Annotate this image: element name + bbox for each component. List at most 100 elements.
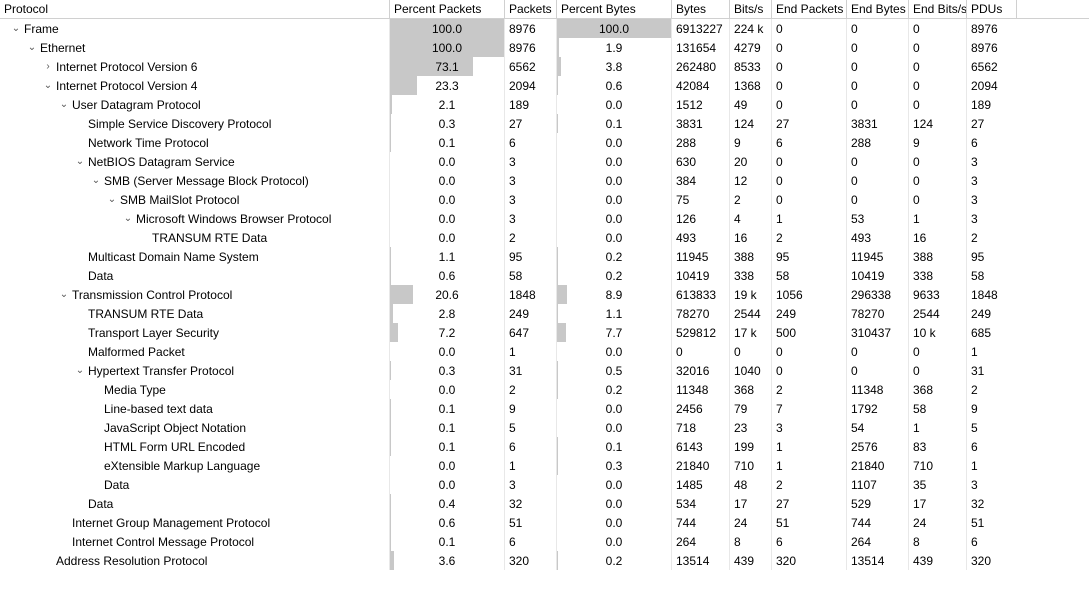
bits-s-cell-value: 0 [734,345,741,359]
table-row[interactable]: ·Media Type0.020.2113483682113483682 [0,380,1089,399]
table-row[interactable]: ·TRANSUM RTE Data2.82491.178270254424978… [0,304,1089,323]
protocol-cell[interactable]: ⌄Internet Protocol Version 4 [0,76,390,95]
table-row[interactable]: ⌄Microsoft Windows Browser Protocol0.030… [0,209,1089,228]
chevron-down-icon[interactable]: ⌄ [74,156,86,167]
col-bits-s[interactable]: Bits/s [730,0,772,18]
table-row[interactable]: ·Network Time Protocol0.160.02889628896 [0,133,1089,152]
protocol-cell[interactable]: ·TRANSUM RTE Data [0,304,390,323]
table-row[interactable]: ·eXtensible Markup Language0.010.3218407… [0,456,1089,475]
table-row[interactable]: ·TRANSUM RTE Data0.020.0493162493162 [0,228,1089,247]
protocol-cell[interactable]: ·Data [0,266,390,285]
bits-s-cell-value: 439 [734,554,754,568]
protocol-cell[interactable]: ·Simple Service Discovery Protocol [0,114,390,133]
chevron-down-icon[interactable]: ⌄ [106,194,118,205]
col-end-bytes[interactable]: End Bytes [847,0,909,18]
table-row[interactable]: ·JavaScript Object Notation0.150.0718233… [0,418,1089,437]
col-percent-packets[interactable]: Percent Packets [390,0,505,18]
chevron-down-icon[interactable]: ⌄ [58,289,70,300]
protocol-cell[interactable]: ·Internet Control Message Protocol [0,532,390,551]
table-row[interactable]: ·Multicast Domain Name System1.1950.2119… [0,247,1089,266]
protocol-cell[interactable]: ·Internet Group Management Protocol [0,513,390,532]
chevron-right-icon[interactable]: › [42,61,54,72]
protocol-cell[interactable]: ·Address Resolution Protocol [0,551,390,570]
protocol-cell[interactable]: ⌄Frame [0,19,390,38]
table-row[interactable]: ·Transport Layer Security7.26477.7529812… [0,323,1089,342]
chevron-down-icon[interactable]: ⌄ [42,80,54,91]
table-row[interactable]: ·HTML Form URL Encoded0.160.161431991257… [0,437,1089,456]
protocol-cell[interactable]: ·Data [0,494,390,513]
protocol-cell[interactable]: ⌄SMB (Server Message Block Protocol) [0,171,390,190]
percent-bytes-cell: 0.0 [557,399,672,418]
protocol-cell[interactable]: ·JavaScript Object Notation [0,418,390,437]
chevron-down-icon[interactable]: ⌄ [90,175,102,186]
table-row[interactable]: ›Internet Protocol Version 673.165623.82… [0,57,1089,76]
table-row[interactable]: ·Data0.030.014854821107353 [0,475,1089,494]
end-bits-s-cell-value: 9633 [913,288,940,302]
table-row[interactable]: ⌄Transmission Control Protocol20.618488.… [0,285,1089,304]
chevron-down-icon[interactable]: ⌄ [26,42,38,53]
bytes-cell: 493 [672,228,730,247]
table-row[interactable]: ·Address Resolution Protocol3.63200.2135… [0,551,1089,570]
table-row[interactable]: ⌄Ethernet100.089761.913165442790008976 [0,38,1089,57]
protocol-cell[interactable]: ›Internet Protocol Version 6 [0,57,390,76]
percent-packets-value: 0.6 [394,516,500,530]
table-row[interactable]: ⌄User Datagram Protocol2.11890.015124900… [0,95,1089,114]
percent-packets-bar [390,266,391,285]
packets-cell-value: 1848 [509,288,536,302]
end-bits-s-cell-value: 1 [913,212,920,226]
end-bits-s-cell-value: 58 [913,402,926,416]
col-end-bits-s[interactable]: End Bits/s [909,0,967,18]
protocol-cell[interactable]: ⌄SMB MailSlot Protocol [0,190,390,209]
table-row[interactable]: ·Simple Service Discovery Protocol0.3270… [0,114,1089,133]
packets-cell: 3 [505,171,557,190]
col-pdus[interactable]: PDUs [967,0,1017,18]
table-row[interactable]: ·Malformed Packet0.010.0000001 [0,342,1089,361]
table-row[interactable]: ·Data0.6580.210419338581041933858 [0,266,1089,285]
bits-s-cell: 8533 [730,57,772,76]
protocol-cell[interactable]: ·TRANSUM RTE Data [0,228,390,247]
protocol-cell[interactable]: ·Data [0,475,390,494]
col-packets[interactable]: Packets [505,0,557,18]
col-percent-bytes[interactable]: Percent Bytes [557,0,672,18]
protocol-cell[interactable]: ⌄Transmission Control Protocol [0,285,390,304]
end-bytes-cell-value: 0 [851,345,858,359]
chevron-down-icon[interactable]: ⌄ [10,23,22,34]
table-row[interactable]: ·Data0.4320.053417275291732 [0,494,1089,513]
table-row[interactable]: ⌄Frame100.08976100.06913227224 k0008976 [0,19,1089,38]
col-end-packets[interactable]: End Packets [772,0,847,18]
table-row[interactable]: ·Internet Control Message Protocol0.160.… [0,532,1089,551]
table-row[interactable]: ⌄SMB MailSlot Protocol0.030.07520003 [0,190,1089,209]
table-row[interactable]: ⌄Internet Protocol Version 423.320940.64… [0,76,1089,95]
bytes-cell: 529812 [672,323,730,342]
col-protocol[interactable]: Protocol [0,0,390,18]
bits-s-cell-value: 17 [734,497,747,511]
percent-bytes-cell: 0.0 [557,133,672,152]
protocol-cell[interactable]: ·Transport Layer Security [0,323,390,342]
protocol-cell[interactable]: ⌄Hypertext Transfer Protocol [0,361,390,380]
chevron-down-icon[interactable]: ⌄ [122,213,134,224]
protocol-cell[interactable]: ·Media Type [0,380,390,399]
protocol-cell[interactable]: ·Multicast Domain Name System [0,247,390,266]
table-header[interactable]: Protocol Percent Packets Packets Percent… [0,0,1089,19]
table-row[interactable]: ·Line-based text data0.190.0245679717925… [0,399,1089,418]
end-bytes-cell: 0 [847,342,909,361]
chevron-down-icon[interactable]: ⌄ [74,365,86,376]
col-bytes[interactable]: Bytes [672,0,730,18]
protocol-cell[interactable]: ⌄NetBIOS Datagram Service [0,152,390,171]
protocol-cell[interactable]: ⌄Microsoft Windows Browser Protocol [0,209,390,228]
protocol-cell[interactable]: ·HTML Form URL Encoded [0,437,390,456]
table-row[interactable]: ⌄Hypertext Transfer Protocol0.3310.53201… [0,361,1089,380]
pdus-cell-value: 2 [971,383,978,397]
protocol-cell[interactable]: ⌄Ethernet [0,38,390,57]
protocol-cell[interactable]: ·Malformed Packet [0,342,390,361]
table-row[interactable]: ⌄SMB (Server Message Block Protocol)0.03… [0,171,1089,190]
protocol-cell[interactable]: ·Line-based text data [0,399,390,418]
protocol-cell[interactable]: ·eXtensible Markup Language [0,456,390,475]
end-packets-cell: 27 [772,494,847,513]
protocol-cell[interactable]: ⌄User Datagram Protocol [0,95,390,114]
chevron-down-icon[interactable]: ⌄ [58,99,70,110]
protocol-cell[interactable]: ·Network Time Protocol [0,133,390,152]
table-row[interactable]: ·Internet Group Management Protocol0.651… [0,513,1089,532]
table-row[interactable]: ⌄NetBIOS Datagram Service0.030.063020000… [0,152,1089,171]
percent-packets-value: 0.1 [394,402,500,416]
